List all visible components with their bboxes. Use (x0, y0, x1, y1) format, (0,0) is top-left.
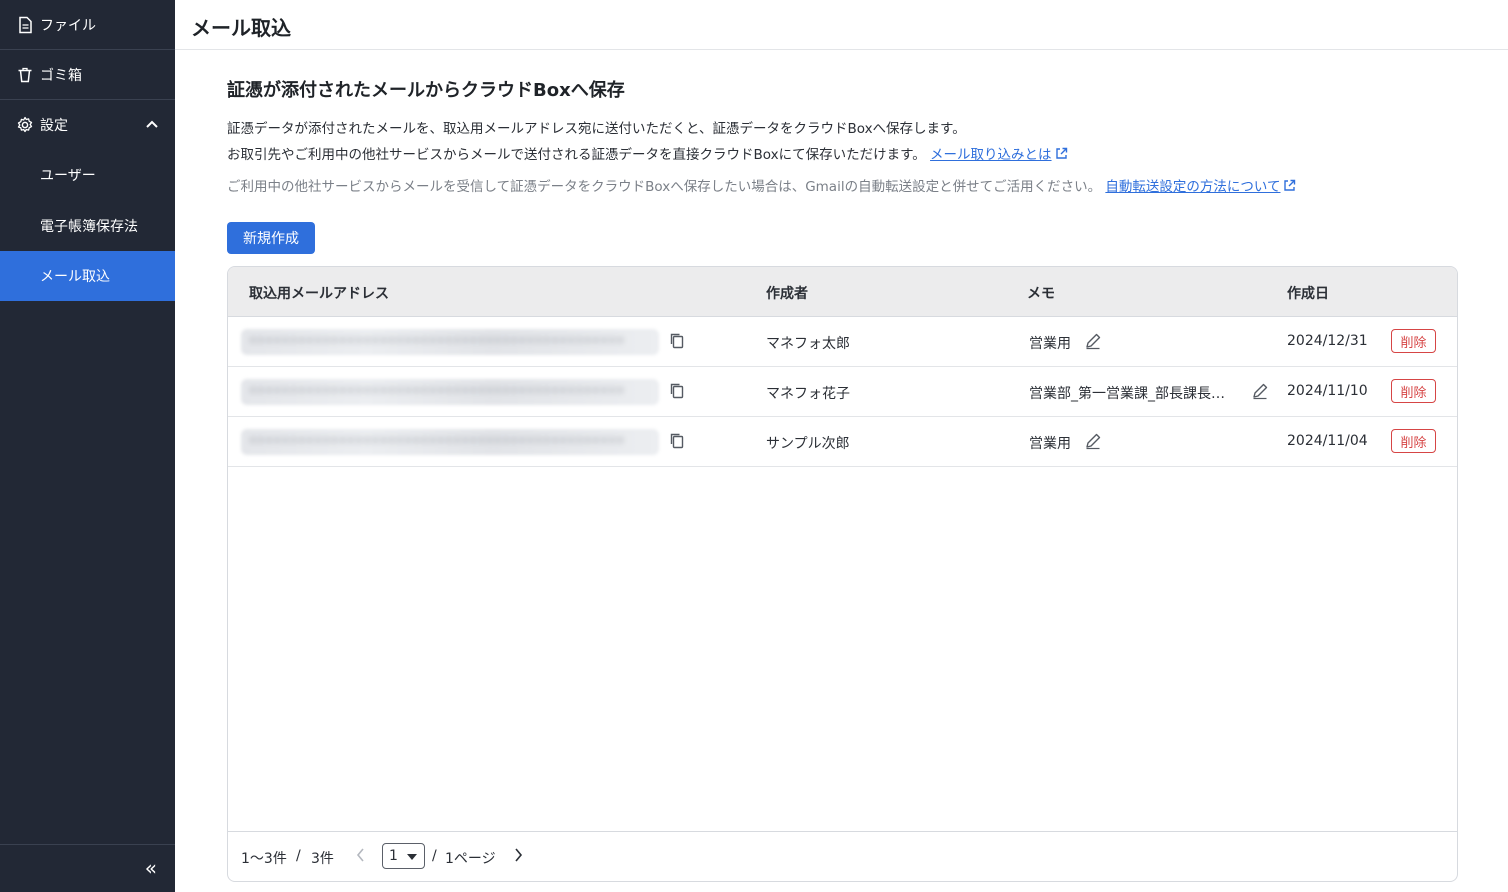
page-title: メール取込 (191, 16, 291, 40)
sidebar-item-label: ファイル (40, 17, 96, 34)
column-header-memo: メモ (1027, 286, 1055, 302)
sidebar: ファイル ゴミ箱 設定 ユーザー 電子帳簿保存法 メール取込 « (0, 0, 175, 892)
sidebar-item-files[interactable]: ファイル (0, 0, 175, 50)
blurred-email-address: ••••••••••••••••••••••••••••••••••••••••… (241, 329, 659, 355)
link-label: メール取り込みとは (930, 147, 1052, 163)
copy-icon[interactable] (668, 432, 686, 450)
edit-memo-icon[interactable] (1084, 432, 1102, 450)
next-page-icon[interactable] (512, 846, 524, 864)
blurred-email-address: ••••••••••••••••••••••••••••••••••••••••… (241, 429, 659, 455)
memo-cell: 営業用 (1029, 436, 1071, 452)
external-link-icon (1284, 179, 1296, 191)
description-text: お取引先やご利用中の他社サービスからメールで送付される証憑データを直接クラウドB… (227, 147, 926, 163)
edit-memo-icon[interactable] (1084, 332, 1102, 350)
sidebar-item-trash[interactable]: ゴミ箱 (0, 50, 175, 100)
copy-icon[interactable] (668, 382, 686, 400)
sidebar-item-ebook-law[interactable]: 電子帳簿保存法 (0, 201, 175, 251)
file-icon (19, 16, 32, 33)
sidebar-item-label: ユーザー (40, 168, 96, 184)
chevron-up-icon (146, 120, 158, 128)
date-cell: 2024/11/10 (1287, 383, 1368, 399)
table-header: 取込用メールアドレス 作成者 メモ 作成日 (228, 267, 1457, 317)
delete-button[interactable]: 削除 (1391, 379, 1436, 403)
mail-import-help-link[interactable]: メール取り込みとは (930, 147, 1068, 163)
copy-icon[interactable] (668, 332, 686, 350)
creator-cell: サンプル次郎 (766, 436, 850, 452)
sidebar-item-label: 電子帳簿保存法 (40, 219, 138, 235)
table-row: ••••••••••••••••••••••••••••••••••••••••… (228, 317, 1457, 367)
column-header-creator: 作成者 (766, 286, 808, 302)
mail-address-table: 取込用メールアドレス 作成者 メモ 作成日 ••••••••••••••••••… (227, 266, 1458, 882)
sidebar-item-settings[interactable]: 設定 (0, 100, 175, 150)
result-total: 3件 (311, 851, 334, 867)
delete-button[interactable]: 削除 (1391, 429, 1436, 453)
total-pages: 1ページ (445, 851, 496, 867)
auto-forward-help-link[interactable]: 自動転送設定の方法について (1105, 179, 1296, 195)
prev-page-icon[interactable] (355, 846, 367, 864)
sidebar-item-mail-import[interactable]: メール取込 (0, 251, 175, 301)
section-title: 証憑が添付されたメールからクラウドBoxへ保存 (227, 80, 625, 101)
memo-cell: 営業用 (1029, 336, 1071, 352)
caret-down-icon (407, 854, 417, 860)
page-select-value: 1 (389, 848, 398, 864)
sidebar-item-label: ゴミ箱 (40, 67, 82, 84)
sidebar-item-users[interactable]: ユーザー (0, 150, 175, 200)
creator-cell: マネフォ太郎 (766, 336, 850, 352)
memo-cell: 営業部_第一営業課_部長課長… (1029, 386, 1225, 402)
creator-cell: マネフォ花子 (766, 386, 850, 402)
table-row: ••••••••••••••••••••••••••••••••••••••••… (228, 367, 1457, 417)
pagination: 1〜3件 / 3件 1 / 1ページ (228, 831, 1457, 881)
link-label: 自動転送設定の方法について (1105, 179, 1281, 195)
result-range: 1〜3件 (241, 851, 287, 867)
description-line-3: ご利用中の他社サービスからメールを受信して証憑データをクラウドBoxへ保存したい… (227, 175, 1296, 195)
page-select[interactable]: 1 (382, 843, 425, 869)
external-link-icon (1055, 147, 1067, 159)
column-header-address: 取込用メールアドレス (249, 286, 389, 302)
description-text: ご利用中の他社サービスからメールを受信して証憑データをクラウドBoxへ保存したい… (227, 179, 1102, 195)
date-cell: 2024/12/31 (1287, 333, 1368, 349)
blurred-email-address: ••••••••••••••••••••••••••••••••••••••••… (241, 379, 659, 405)
header: メール取込 (175, 0, 1508, 50)
sidebar-item-label: メール取込 (40, 269, 110, 285)
trash-icon (18, 67, 32, 82)
pagination-separator: / (296, 848, 301, 864)
delete-button[interactable]: 削除 (1391, 329, 1436, 353)
column-header-date: 作成日 (1287, 286, 1329, 302)
description-line-2: お取引先やご利用中の他社サービスからメールで送付される証憑データを直接クラウドB… (227, 143, 1068, 163)
page-separator: / (432, 848, 437, 864)
date-cell: 2024/11/04 (1287, 433, 1368, 449)
gear-icon (17, 116, 33, 133)
collapse-sidebar-icon[interactable]: « (145, 858, 157, 878)
new-create-button[interactable]: 新規作成 (227, 222, 315, 254)
description-line-1: 証憑データが添付されたメールを、取込用メールアドレス宛に送付いただくと、証憑デー… (227, 121, 966, 137)
table-row: ••••••••••••••••••••••••••••••••••••••••… (228, 417, 1457, 467)
edit-memo-icon[interactable] (1251, 382, 1269, 400)
sidebar-item-label: 設定 (40, 118, 68, 134)
sidebar-footer: « (0, 844, 175, 892)
